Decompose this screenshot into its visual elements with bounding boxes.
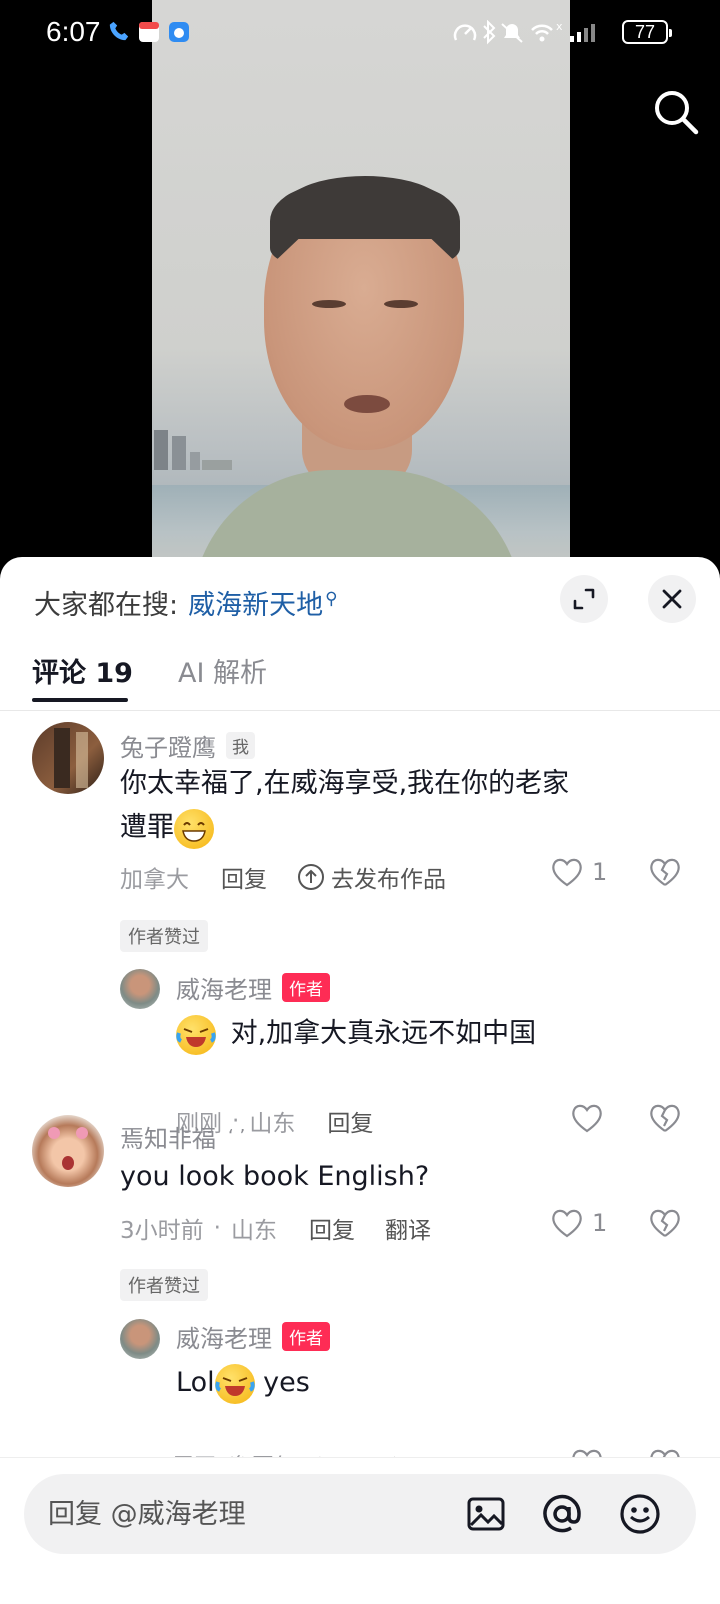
like-button[interactable]: 1 bbox=[550, 1207, 607, 1239]
hot-search-bar[interactable]: 大家都在搜: 威海新天地 ⚲ bbox=[34, 583, 338, 622]
author-liked-badge: 作者赞过 bbox=[120, 920, 208, 952]
expand-button[interactable] bbox=[560, 575, 608, 623]
comment-meta: 3小时前 · 山东 回复 翻译 bbox=[120, 1211, 431, 1245]
search-small-icon: ⚲ bbox=[325, 589, 338, 609]
reply-button[interactable]: 回复 bbox=[309, 1211, 355, 1245]
svg-text:x: x bbox=[556, 20, 563, 33]
status-time: 6:07 bbox=[46, 16, 101, 47]
author-tag: 作者 bbox=[282, 973, 330, 1002]
reply-username[interactable]: 威海老理 作者 bbox=[176, 970, 330, 1005]
phone-icon bbox=[109, 21, 129, 41]
author-tag: 作者 bbox=[282, 1322, 330, 1351]
status-bar: 6:07 x 77 bbox=[0, 0, 720, 64]
publish-work-button[interactable]: 去发布作品 bbox=[297, 860, 446, 894]
battery-indicator: 77 bbox=[622, 20, 672, 44]
grin-emoji-icon bbox=[174, 808, 214, 849]
comment-text: 你太幸福了,在威海享受,我在你的老家 遭罪 bbox=[120, 762, 680, 850]
translate-button[interactable]: 翻译 bbox=[385, 1211, 431, 1245]
reply-button[interactable]: 回复 bbox=[327, 1104, 373, 1138]
emoji-icon[interactable] bbox=[618, 1492, 662, 1536]
comment-time: 3小时前 bbox=[120, 1218, 204, 1244]
close-icon bbox=[662, 589, 682, 609]
avatar[interactable] bbox=[120, 1319, 160, 1359]
close-button[interactable] bbox=[648, 575, 696, 623]
like-button[interactable]: 1 bbox=[550, 856, 607, 888]
reply-location: 山东 bbox=[249, 1111, 296, 1137]
comment-text: you look book English? bbox=[120, 1161, 430, 1192]
laugh-cry-emoji-icon bbox=[214, 1363, 255, 1404]
video-frame bbox=[152, 0, 570, 580]
comment-username[interactable]: 兔子蹬鹰 我 bbox=[120, 728, 255, 763]
comment-location: 加拿大 bbox=[120, 867, 189, 893]
comment-meta: 加拿大 回复 去发布作品 bbox=[120, 860, 446, 894]
system-status-icons: x bbox=[453, 20, 595, 45]
comment-username[interactable]: 焉知非福 ‘ ’ bbox=[120, 1119, 245, 1154]
heart-icon bbox=[552, 858, 582, 887]
reply-input-bar bbox=[0, 1457, 720, 1604]
author-liked-badge: 作者赞过 bbox=[120, 1269, 208, 1301]
city-skyline bbox=[154, 430, 232, 470]
hot-search-term[interactable]: 威海新天地 bbox=[188, 583, 323, 622]
image-icon[interactable] bbox=[464, 1492, 508, 1536]
expand-icon bbox=[573, 588, 595, 610]
hot-search-label: 大家都在搜: bbox=[34, 590, 179, 621]
avatar[interactable] bbox=[32, 722, 104, 794]
avatar[interactable] bbox=[32, 1115, 104, 1187]
calendar-app-icon bbox=[139, 22, 159, 42]
broken-heart-icon[interactable] bbox=[648, 1102, 682, 1134]
search-icon[interactable] bbox=[652, 88, 700, 136]
tab-bar: 评论 19 AI 解析 bbox=[0, 651, 720, 711]
tab-comments[interactable]: 评论 19 bbox=[32, 651, 133, 702]
heart-icon bbox=[552, 1209, 582, 1238]
reply-username[interactable]: 威海老理 作者 bbox=[176, 1319, 330, 1354]
reply-text: 对,加拿大真永远不如中国 bbox=[176, 1012, 536, 1056]
laugh-cry-emoji-icon bbox=[176, 1014, 216, 1055]
avatar[interactable] bbox=[120, 969, 160, 1009]
comment-sheet: 大家都在搜: 威海新天地 ⚲ 评论 19 AI 解析 兔子蹬鹰 我 你太幸福了,… bbox=[0, 557, 720, 1604]
video-player[interactable]: 6:07 x 77 bbox=[0, 0, 720, 580]
me-tag: 我 bbox=[226, 732, 255, 759]
reply-text: Lol yes bbox=[176, 1361, 310, 1405]
tab-ai-analysis[interactable]: AI 解析 bbox=[178, 651, 267, 690]
upload-icon bbox=[298, 864, 324, 890]
reply-input[interactable] bbox=[48, 1474, 448, 1554]
broken-heart-icon[interactable] bbox=[648, 856, 682, 888]
reply-button[interactable]: 回复 bbox=[221, 860, 267, 894]
weather-app-icon bbox=[169, 22, 189, 42]
mention-icon[interactable] bbox=[540, 1492, 584, 1536]
heart-icon[interactable] bbox=[570, 1102, 604, 1134]
comment-location: 山东 bbox=[230, 1218, 277, 1244]
like-count: 1 bbox=[592, 858, 608, 886]
like-count: 1 bbox=[592, 1209, 608, 1237]
reply-input-container bbox=[24, 1474, 696, 1554]
broken-heart-icon[interactable] bbox=[648, 1207, 682, 1239]
